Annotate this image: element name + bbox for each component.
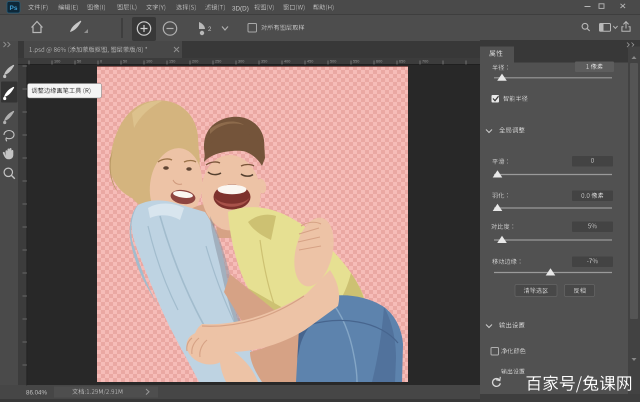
svg-text:Ps: Ps [10,5,18,12]
svg-text:100: 100 [54,60,60,64]
svg-text:86.04%: 86.04% [26,390,47,397]
svg-text:600: 600 [376,60,382,64]
svg-text:400: 400 [284,60,290,64]
svg-text:350: 350 [261,60,267,64]
svg-text:500: 500 [330,60,336,64]
svg-text:150: 150 [169,60,175,64]
svg-text:550: 550 [353,60,359,64]
svg-text:200: 200 [192,60,198,64]
svg-text:250: 250 [215,60,221,64]
svg-text:50: 50 [77,60,81,64]
svg-text:0: 0 [100,60,102,64]
svg-text:3D(D): 3D(D) [232,5,249,12]
svg-text:50: 50 [123,60,127,64]
svg-text:700: 700 [422,60,428,64]
svg-text:300: 300 [238,60,244,64]
svg-text:650: 650 [399,60,405,64]
svg-text:100: 100 [146,60,152,64]
svg-text:450: 450 [307,60,313,64]
